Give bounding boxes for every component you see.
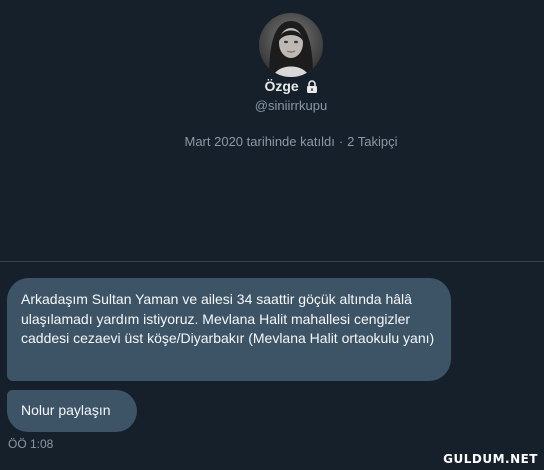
followers-count[interactable]: 2 Takipçi: [347, 134, 397, 149]
profile-meta: Mart 2020 tarihinde katıldı · 2 Takipçi: [0, 134, 544, 149]
watermark: GULDUM.NET: [443, 452, 538, 466]
message-bubble[interactable]: Arkadaşım Sultan Yaman ve ailesi 34 saat…: [7, 278, 451, 381]
message-timestamp: ÖÖ 1:08: [8, 437, 54, 451]
message-bubble[interactable]: Nolur paylaşın: [7, 390, 137, 432]
profile-name-row: Özge: [0, 78, 544, 96]
meta-separator: ·: [338, 134, 344, 149]
joined-date: Mart 2020 tarihinde katıldı: [184, 134, 335, 149]
divider: [0, 261, 544, 262]
profile-header: Özge @siniirrkupu Mart 2020 tarihinde ka…: [0, 0, 544, 262]
avatar[interactable]: [259, 13, 323, 77]
profile-handle: @siniirrkupu: [254, 98, 328, 113]
profile-name[interactable]: Özge: [264, 78, 298, 94]
lock-icon: [306, 80, 318, 96]
